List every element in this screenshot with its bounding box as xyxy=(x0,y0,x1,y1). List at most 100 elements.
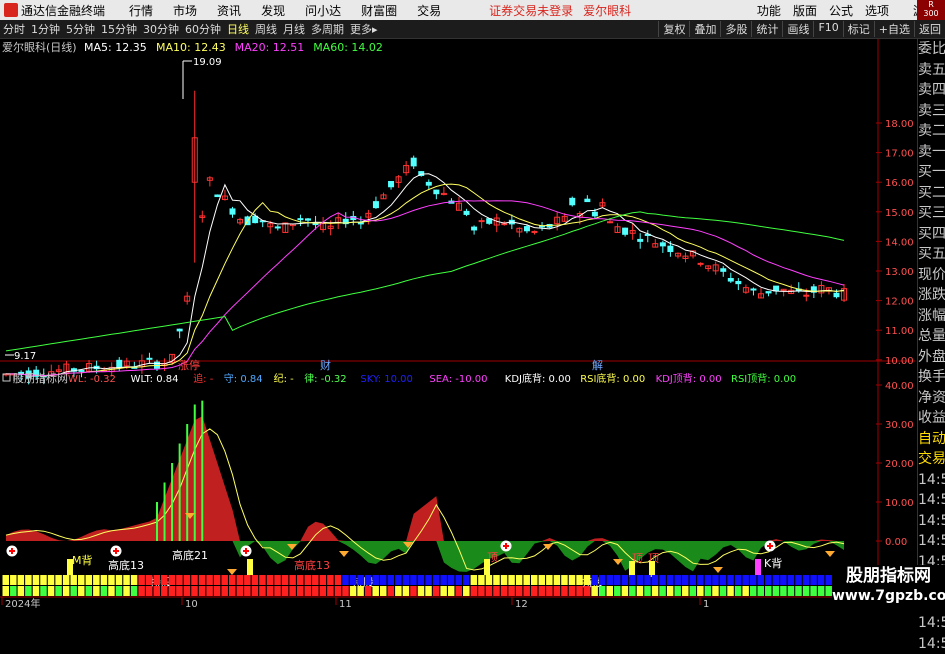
indicator-annotation: K背 xyxy=(764,556,782,570)
menu-item-market[interactable]: 市场 xyxy=(173,2,197,19)
f10-button[interactable]: F10 xyxy=(813,21,842,37)
menu-item-options[interactable]: 选项 xyxy=(865,2,889,19)
tab-1min[interactable]: 1分钟 xyxy=(28,21,63,37)
finance-marker: 财 xyxy=(320,358,331,372)
strip-cell xyxy=(584,586,591,596)
tab-15min[interactable]: 15分钟 xyxy=(98,21,140,37)
strip-cell xyxy=(176,575,183,585)
strip-cell xyxy=(523,575,530,585)
add-watchlist-button[interactable]: +自选 xyxy=(874,21,914,37)
strip-cell xyxy=(199,575,206,585)
strip-cell xyxy=(229,586,236,596)
menu-item-wealth-circle[interactable]: 财富圈 xyxy=(361,2,397,19)
side-panel-item[interactable]: 交易 xyxy=(918,449,945,470)
login-warning[interactable]: 证券交易未登录 xyxy=(489,2,573,19)
strip-cell xyxy=(788,575,795,585)
indicator-label: KDJ顶背: 0.00 xyxy=(656,372,722,385)
strip-cell xyxy=(146,575,153,585)
side-panel-item[interactable]: 自动 xyxy=(918,429,945,450)
price-tick: 10.00 xyxy=(885,356,914,367)
strip-cell xyxy=(607,575,614,585)
strip-cell xyxy=(433,575,440,585)
indicator-label: 律: -0.32 xyxy=(304,372,346,385)
price-tick: 13.00 xyxy=(885,267,914,278)
menu-item-formula[interactable]: 公式 xyxy=(829,2,853,19)
draw-line-button[interactable]: 画线 xyxy=(782,21,813,37)
tab-30min[interactable]: 30分钟 xyxy=(140,21,182,37)
tab-weekly[interactable]: 周线 xyxy=(252,21,280,37)
menu-item-function[interactable]: 功能 xyxy=(757,2,781,19)
indicator-annotation: M背 xyxy=(72,553,93,567)
statistics-button[interactable]: 统计 xyxy=(751,21,782,37)
indicator-label: 追: - xyxy=(193,372,214,385)
strip-cell xyxy=(116,586,123,596)
strip-cell xyxy=(523,586,530,596)
mark-button[interactable]: 标记 xyxy=(843,21,874,37)
menu-item-trade[interactable]: 交易 xyxy=(417,2,441,19)
strip-cell xyxy=(825,575,832,585)
strip-cell xyxy=(372,586,379,596)
strip-cell xyxy=(191,586,198,596)
restore-rights-button[interactable]: 复权 xyxy=(658,21,689,37)
menu-item-discover[interactable]: 发现 xyxy=(261,2,285,19)
tab-60min[interactable]: 60分钟 xyxy=(182,21,224,37)
back-button[interactable]: 返回 xyxy=(914,21,945,37)
main-chart-title: 爱尔眼科(日线) xyxy=(2,40,77,54)
strip-cell xyxy=(25,586,32,596)
candle-body xyxy=(728,279,733,282)
strip-cell xyxy=(637,586,644,596)
candle-body xyxy=(532,231,537,232)
tab-5min[interactable]: 5分钟 xyxy=(63,21,98,37)
tab-more[interactable]: 更多▸ xyxy=(347,21,381,37)
strip-cell xyxy=(410,586,417,596)
menu-item-quotes[interactable]: 行情 xyxy=(129,2,153,19)
strip-cell xyxy=(55,575,62,585)
strip-cell xyxy=(758,586,765,596)
strip-cell xyxy=(365,586,372,596)
strip-cell xyxy=(682,575,689,585)
strip-cell xyxy=(539,575,546,585)
strip-cell xyxy=(758,575,765,585)
strip-cell xyxy=(297,586,304,596)
strip-cell xyxy=(184,575,191,585)
side-panel-item: 买二 xyxy=(918,183,945,204)
menu-item-layout[interactable]: 版面 xyxy=(793,2,817,19)
tab-multi-period[interactable]: 多周期 xyxy=(308,21,347,37)
candlesticks[interactable] xyxy=(4,91,847,385)
side-panel-item: 收益 xyxy=(918,408,945,429)
strip-cell xyxy=(403,586,410,596)
side-panel-item: 买五 xyxy=(918,244,945,265)
strip-cell xyxy=(773,586,780,596)
time-label: 11 xyxy=(339,599,352,609)
menu-item-ask[interactable]: 问小达 xyxy=(305,2,341,19)
strip-cell xyxy=(674,575,681,585)
strip-cell xyxy=(259,586,266,596)
price-tick: 12.00 xyxy=(885,297,914,308)
kline-chart[interactable]: 爱尔眼科(日线) MA5: 12.35MA10: 12.43MA20: 12.5… xyxy=(0,39,915,609)
strip-cell xyxy=(674,586,681,596)
moving-averages xyxy=(6,174,844,376)
side-panel-item: 卖三 xyxy=(918,101,945,122)
strip-cell xyxy=(478,586,485,596)
side-panel-item: 14:56 xyxy=(918,531,945,552)
tab-monthly[interactable]: 月线 xyxy=(280,21,308,37)
strip-cell xyxy=(622,586,629,596)
overlay-button[interactable]: 叠加 xyxy=(689,21,720,37)
unlock-marker: 解 xyxy=(592,358,603,372)
strip-cell xyxy=(395,586,402,596)
ma-label: MA5: 12.35 xyxy=(84,41,147,54)
indicator-title: 股朋指标网 xyxy=(13,371,68,385)
strip-cell xyxy=(463,575,470,585)
candle-body xyxy=(117,360,122,367)
strip-cell xyxy=(146,586,153,596)
candle-body xyxy=(253,216,258,222)
strip-cell xyxy=(637,575,644,585)
strip-cell xyxy=(795,575,802,585)
strip-cell xyxy=(289,575,296,585)
candle-body xyxy=(472,227,477,230)
multi-stock-button[interactable]: 多股 xyxy=(720,21,751,37)
tab-timeshare[interactable]: 分时 xyxy=(0,21,28,37)
side-panel-item: 买四 xyxy=(918,224,945,245)
menu-item-news[interactable]: 资讯 xyxy=(217,2,241,19)
tab-daily[interactable]: 日线 xyxy=(224,21,252,37)
